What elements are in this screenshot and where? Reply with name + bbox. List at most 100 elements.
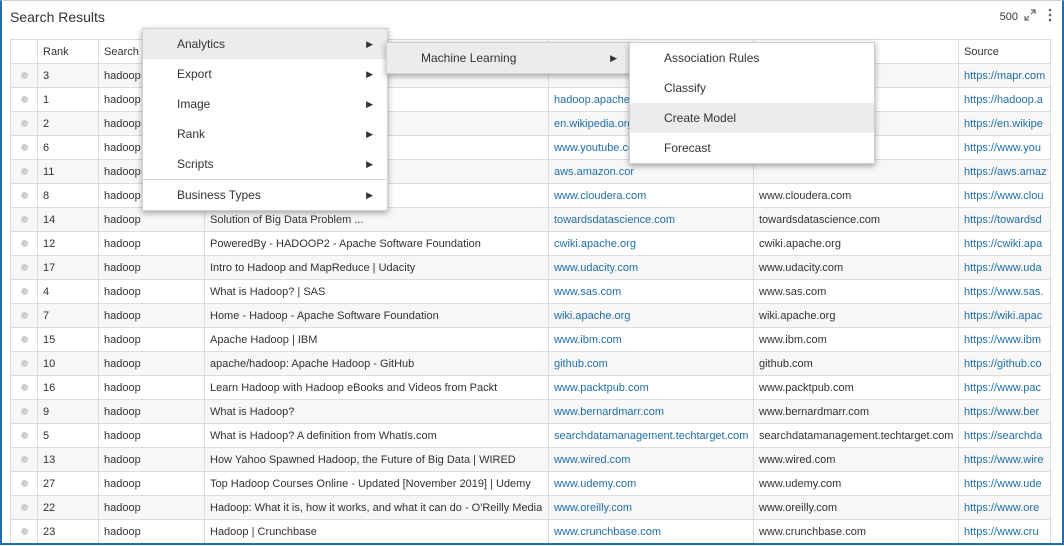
cell-source[interactable]: https://www.you bbox=[958, 135, 1051, 160]
cell-domain-link[interactable]: www.wired.com bbox=[548, 447, 754, 472]
radio-button[interactable] bbox=[21, 143, 28, 151]
menu-item-business-types[interactable]: Business Types ▶ bbox=[143, 180, 387, 210]
table-row[interactable]: 5 hadoop What is Hadoop? A definition from… bbox=[10, 423, 1051, 448]
radio-button[interactable] bbox=[21, 191, 28, 199]
radio-button[interactable] bbox=[21, 431, 28, 439]
cell-rank: 8 bbox=[37, 183, 99, 208]
table-row[interactable]: 4 hadoop What is Hadoop? | SAS www.sas.com w… bbox=[10, 279, 1051, 304]
menu-item-forecast[interactable]: Forecast bbox=[630, 133, 874, 163]
row-select-radio bbox=[10, 255, 38, 280]
radio-button[interactable] bbox=[21, 311, 28, 319]
cell-title: What is Hadoop? bbox=[204, 399, 549, 424]
table-row[interactable]: 22 hadoop Hadoop: What it is, how it works… bbox=[10, 495, 1051, 520]
expand-arrows-icon[interactable] bbox=[1024, 9, 1036, 21]
cell-domain-link[interactable]: www.udemy.com bbox=[548, 471, 754, 496]
radio-button[interactable] bbox=[21, 95, 28, 103]
menu-item-rank[interactable]: Rank ▶ bbox=[143, 119, 387, 149]
cell-source[interactable]: https://www.ibm bbox=[958, 327, 1051, 352]
table-row[interactable]: 17 hadoop Intro to Hadoop and MapReduce | … bbox=[10, 255, 1051, 280]
table-row[interactable]: 16 hadoop Learn Hadoop with Hadoop eBooks … bbox=[10, 375, 1051, 400]
cell-search-term: hadoop bbox=[98, 279, 205, 304]
cell-title: Learn Hadoop with Hadoop eBooks and Vide… bbox=[204, 375, 549, 400]
menu-item-label: Rank bbox=[177, 127, 206, 141]
cell-domain-link[interactable]: www.cloudera.com bbox=[548, 183, 754, 208]
cell-domain-link[interactable]: wiki.apache.org bbox=[548, 303, 754, 328]
radio-button[interactable] bbox=[21, 503, 28, 511]
col-rank[interactable]: Rank bbox=[37, 39, 99, 64]
cell-source[interactable]: https://cwiki.apa bbox=[958, 231, 1051, 256]
table-row[interactable]: 14 hadoop Solution of Big Data Problem ...… bbox=[10, 207, 1051, 232]
menu-item-machine-learning[interactable]: Machine Learning ▶ bbox=[387, 43, 631, 73]
radio-button[interactable] bbox=[21, 119, 28, 127]
cell-source[interactable]: https://mapr.com bbox=[958, 63, 1051, 88]
cell-domain-link[interactable]: www.bernardmarr.com bbox=[548, 399, 754, 424]
cell-source[interactable]: https://www.pac bbox=[958, 375, 1051, 400]
cell-source[interactable]: https://hadoop.a bbox=[958, 87, 1051, 112]
radio-button[interactable] bbox=[21, 71, 28, 79]
menu-item-export[interactable]: Export ▶ bbox=[143, 59, 387, 89]
cell-source[interactable]: https://towardsd bbox=[958, 207, 1051, 232]
cell-source[interactable]: https://www.clou bbox=[958, 183, 1051, 208]
radio-button[interactable] bbox=[21, 479, 28, 487]
menu-item-create-model[interactable]: Create Model bbox=[630, 103, 874, 133]
menu-item-label: Analytics bbox=[177, 37, 226, 51]
table-row[interactable]: 13 hadoop How Yahoo Spawned Hadoop, the Fu… bbox=[10, 447, 1051, 472]
cell-source[interactable]: https://github.co bbox=[958, 351, 1051, 376]
cell-source[interactable]: https://en.wikipe bbox=[958, 111, 1051, 136]
col-source[interactable]: Source bbox=[958, 39, 1051, 64]
cell-source[interactable]: https://wiki.apac bbox=[958, 303, 1051, 328]
cell-search-term: hadoop bbox=[98, 255, 205, 280]
radio-button[interactable] bbox=[21, 215, 28, 223]
cell-domain-link[interactable]: searchdatamanagement.techtarget.com bbox=[548, 423, 754, 448]
table-row[interactable]: 15 hadoop Apache Hadoop | IBM www.ibm.com ww… bbox=[10, 327, 1051, 352]
menu-item-classify[interactable]: Classify bbox=[630, 73, 874, 103]
row-select-radio bbox=[10, 207, 38, 232]
cell-source[interactable]: https://www.ude bbox=[958, 471, 1051, 496]
cell-domain: www.udemy.com bbox=[753, 471, 959, 496]
cell-domain-link[interactable]: towardsdatascience.com bbox=[548, 207, 754, 232]
row-select-radio bbox=[10, 63, 38, 88]
menu-item-association-rules[interactable]: Association Rules bbox=[630, 43, 874, 73]
cell-domain-link[interactable]: www.sas.com bbox=[548, 279, 754, 304]
cell-source[interactable]: https://www.cru bbox=[958, 519, 1051, 543]
cell-source[interactable]: https://www.sas. bbox=[958, 279, 1051, 304]
cell-source[interactable]: https://www.ore bbox=[958, 495, 1051, 520]
cell-title: Hadoop | Crunchbase bbox=[204, 519, 549, 543]
radio-button[interactable] bbox=[21, 263, 28, 271]
cell-domain-link[interactable]: www.ibm.com bbox=[548, 327, 754, 352]
row-select-radio bbox=[10, 423, 38, 448]
radio-button[interactable] bbox=[21, 335, 28, 343]
vertical-ellipsis-icon[interactable] bbox=[1047, 8, 1053, 22]
cell-domain-link[interactable]: www.oreilly.com bbox=[548, 495, 754, 520]
cell-search-term: hadoop bbox=[98, 495, 205, 520]
cell-source[interactable]: https://www.wire bbox=[958, 447, 1051, 472]
table-row[interactable]: 9 hadoop What is Hadoop? www.bernardmarr.co… bbox=[10, 399, 1051, 424]
radio-button[interactable] bbox=[21, 239, 28, 247]
menu-item-scripts[interactable]: Scripts ▶ bbox=[143, 149, 387, 179]
radio-button[interactable] bbox=[21, 527, 28, 535]
radio-button[interactable] bbox=[21, 167, 28, 175]
cell-source[interactable]: https://www.uda bbox=[958, 255, 1051, 280]
radio-button[interactable] bbox=[21, 359, 28, 367]
radio-button[interactable] bbox=[21, 383, 28, 391]
radio-button[interactable] bbox=[21, 407, 28, 415]
cell-source[interactable]: https://www.ber bbox=[958, 399, 1051, 424]
radio-button[interactable] bbox=[21, 455, 28, 463]
table-row[interactable]: 27 hadoop Top Hadoop Courses Online - Upda… bbox=[10, 471, 1051, 496]
cell-source[interactable]: https://searchda bbox=[958, 423, 1051, 448]
cell-domain-link[interactable]: github.com bbox=[548, 351, 754, 376]
cell-source[interactable]: https://aws.amaz bbox=[958, 159, 1051, 184]
cell-domain-link[interactable]: www.crunchbase.com bbox=[548, 519, 754, 543]
radio-button[interactable] bbox=[21, 287, 28, 295]
table-row[interactable]: 12 hadoop PoweredBy - HADOOP2 - Apache Sof… bbox=[10, 231, 1051, 256]
table-row[interactable]: 7 hadoop Home - Hadoop - Apache Software F… bbox=[10, 303, 1051, 328]
cell-domain-link[interactable]: cwiki.apache.org bbox=[548, 231, 754, 256]
cell-domain-link[interactable]: www.packtpub.com bbox=[548, 375, 754, 400]
table-row[interactable]: 10 hadoop apache/hadoop: Apache Hadoop - G… bbox=[10, 351, 1051, 376]
menu-item-image[interactable]: Image ▶ bbox=[143, 89, 387, 119]
menu-item-analytics[interactable]: Analytics ▶ bbox=[143, 29, 387, 59]
cell-domain-link[interactable]: www.udacity.com bbox=[548, 255, 754, 280]
table-row[interactable]: 23 hadoop Hadoop | Crunchbase www.crunchbas… bbox=[10, 519, 1051, 543]
cell-title: How Yahoo Spawned Hadoop, the Future of … bbox=[204, 447, 549, 472]
cell-domain: www.cloudera.com bbox=[753, 183, 959, 208]
